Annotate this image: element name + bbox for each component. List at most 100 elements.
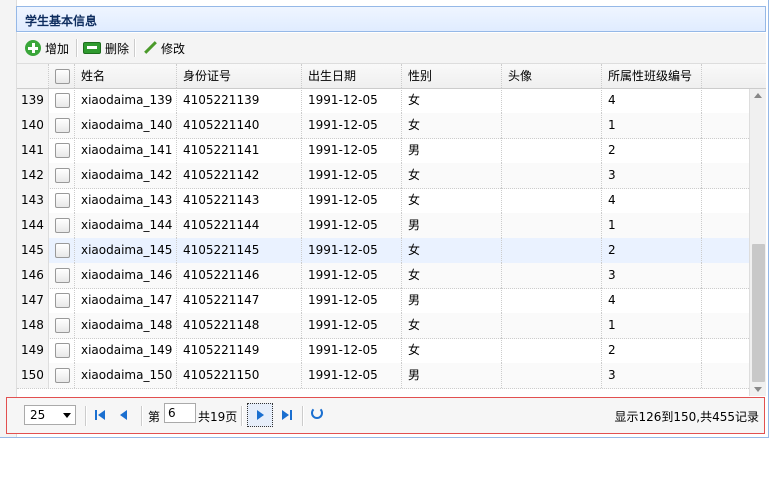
col-name-header[interactable]: 姓名: [75, 64, 177, 88]
row-select-cell[interactable]: [49, 138, 75, 163]
row-select-cell[interactable]: [49, 188, 75, 213]
row-checkbox[interactable]: [55, 168, 70, 183]
cell-class: 3: [602, 363, 702, 388]
cell-birth: 1991-12-05: [302, 238, 402, 263]
dropdown-arrow-icon: [63, 413, 71, 418]
cell-class: 3: [602, 163, 702, 188]
pager-separator: [302, 406, 304, 426]
row-select-cell[interactable]: [49, 263, 75, 288]
pager-info: 显示126到150,共455记录: [614, 410, 759, 424]
first-page-button[interactable]: [93, 408, 107, 422]
next-page-icon: [257, 410, 264, 420]
remove-label: 删除: [105, 41, 130, 56]
row-select-cell[interactable]: [49, 113, 75, 138]
prev-page-icon: [120, 410, 127, 420]
row-checkbox[interactable]: [55, 268, 70, 283]
scroll-down-arrow-icon[interactable]: [754, 387, 762, 392]
row-checkbox[interactable]: [55, 143, 70, 158]
scroll-up-arrow-icon[interactable]: [754, 93, 762, 98]
last-page-icon: [282, 410, 289, 420]
col-avatar-header[interactable]: 头像: [502, 64, 602, 88]
row-select-cell[interactable]: [49, 338, 75, 363]
refresh-icon[interactable]: [311, 407, 323, 419]
table-row[interactable]: 144 xiaodaima_144 4105221144 1991-12-05 男 1: [17, 213, 749, 239]
table-row[interactable]: 147 xiaodaima_147 4105221147 1991-12-05 男 4: [17, 288, 749, 314]
cell-avatar: [502, 138, 602, 163]
cell-avatar: [502, 263, 602, 288]
table-row[interactable]: 149 xiaodaima_149 4105221149 1991-12-05 女 2: [17, 338, 749, 364]
row-select-cell[interactable]: [49, 288, 75, 313]
cell-id: 4105221139: [177, 89, 302, 113]
add-button[interactable]: 增加: [25, 39, 69, 57]
rownum-header: [17, 64, 49, 88]
cell-gender: 女: [402, 338, 502, 363]
table-row[interactable]: 146 xiaodaima_146 4105221146 1991-12-05 女 3: [17, 263, 749, 289]
toolbar: 增加 删除 修改: [17, 33, 766, 64]
cell-birth: 1991-12-05: [302, 263, 402, 288]
row-checkbox[interactable]: [55, 343, 70, 358]
table-row[interactable]: 148 xiaodaima_148 4105221148 1991-12-05 女 1: [17, 313, 749, 339]
col-id-header[interactable]: 身份证号: [177, 64, 302, 88]
row-checkbox[interactable]: [55, 193, 70, 208]
add-icon: [25, 40, 41, 56]
prev-page-button[interactable]: [117, 408, 131, 422]
cell-birth: 1991-12-05: [302, 288, 402, 313]
cell-id: 4105221140: [177, 113, 302, 138]
select-all-checkbox[interactable]: [55, 69, 70, 84]
row-number: 144: [17, 213, 49, 238]
vertical-scrollbar[interactable]: [749, 89, 766, 396]
page-prefix: 第: [148, 410, 161, 424]
cell-class: 1: [602, 213, 702, 238]
row-checkbox[interactable]: [55, 318, 70, 333]
row-checkbox[interactable]: [55, 118, 70, 133]
col-birth-header[interactable]: 出生日期: [302, 64, 402, 88]
row-checkbox[interactable]: [55, 93, 70, 108]
cell-id: 4105221144: [177, 213, 302, 238]
scroll-thumb[interactable]: [752, 244, 765, 382]
toolbar-separator: [76, 39, 78, 57]
remove-icon: [83, 42, 101, 54]
page-size-select[interactable]: 25: [24, 405, 76, 425]
table-row[interactable]: 150 xiaodaima_150 4105221150 1991-12-05 男 3: [17, 363, 749, 389]
col-gender-header[interactable]: 性别: [402, 64, 502, 88]
cell-birth: 1991-12-05: [302, 163, 402, 188]
last-page-button[interactable]: [280, 408, 294, 422]
table-row[interactable]: 143 xiaodaima_143 4105221143 1991-12-05 女 4: [17, 188, 749, 214]
next-page-button[interactable]: [247, 403, 273, 427]
table-row[interactable]: 145 xiaodaima_145 4105221145 1991-12-05 女 2: [17, 238, 749, 264]
col-class-header[interactable]: 所属性班级编号: [602, 64, 702, 88]
cell-name: xiaodaima_146: [75, 263, 177, 288]
pagination-bar: 25 第 6 共19页 显示126到150,共455记录: [6, 397, 765, 434]
edit-button[interactable]: 修改: [143, 39, 185, 57]
table-row[interactable]: 140 xiaodaima_140 4105221140 1991-12-05 女 1: [17, 113, 749, 139]
row-select-cell[interactable]: [49, 89, 75, 113]
cell-birth: 1991-12-05: [302, 338, 402, 363]
row-checkbox[interactable]: [55, 293, 70, 308]
row-number: 147: [17, 288, 49, 313]
cell-class: 2: [602, 138, 702, 163]
row-select-cell[interactable]: [49, 238, 75, 263]
cell-name: xiaodaima_144: [75, 213, 177, 238]
row-select-cell[interactable]: [49, 313, 75, 338]
cell-avatar: [502, 213, 602, 238]
remove-button[interactable]: 删除: [83, 39, 129, 57]
row-number: 142: [17, 163, 49, 188]
row-checkbox[interactable]: [55, 218, 70, 233]
cell-name: xiaodaima_143: [75, 188, 177, 213]
row-select-cell[interactable]: [49, 213, 75, 238]
row-checkbox[interactable]: [55, 368, 70, 383]
row-checkbox[interactable]: [55, 243, 70, 258]
toolbar-separator: [134, 39, 136, 57]
table-row[interactable]: 142 xiaodaima_142 4105221142 1991-12-05 女 3: [17, 163, 749, 189]
cell-name: xiaodaima_140: [75, 113, 177, 138]
row-select-cell[interactable]: [49, 363, 75, 388]
table-row[interactable]: 141 xiaodaima_141 4105221141 1991-12-05 男 2: [17, 138, 749, 164]
cell-id: 4105221149: [177, 338, 302, 363]
table-row[interactable]: 139 xiaodaima_139 4105221139 1991-12-05 女 4: [17, 89, 749, 114]
current-page-input[interactable]: 6: [164, 403, 196, 423]
select-all-cell[interactable]: [49, 64, 75, 88]
row-number: 146: [17, 263, 49, 288]
pager-separator: [141, 406, 143, 426]
edit-label: 修改: [161, 41, 186, 56]
row-select-cell[interactable]: [49, 163, 75, 188]
